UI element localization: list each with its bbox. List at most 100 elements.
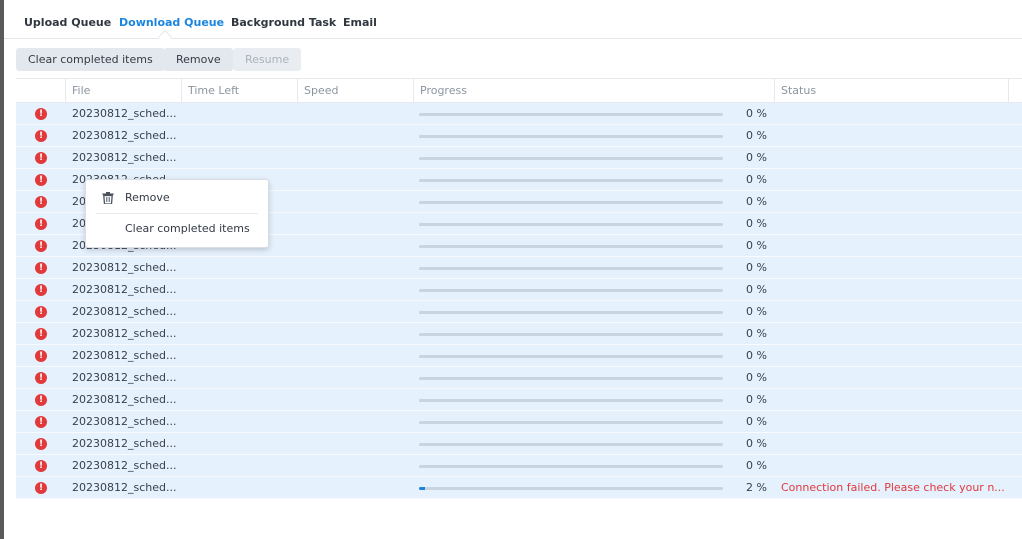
error-icon: ! [35,152,47,164]
table-row[interactable]: ! 20230812_sched... 0 % [16,455,1022,477]
error-icon: ! [35,262,47,274]
progress-bar [419,399,723,402]
active-tab-indicator [157,29,173,45]
progress-percent: 0 % [746,107,767,120]
progress-bar [419,267,723,270]
progress-percent: 0 % [746,173,767,186]
error-icon: ! [35,240,47,252]
progress-percent: 2 % [746,481,767,494]
file-name: 20230812_sched... [72,327,177,340]
error-icon: ! [35,350,47,362]
file-name: 20230812_sched... [72,415,177,428]
file-name: 20230812_sched... [72,371,177,384]
progress-percent: 0 % [746,261,767,274]
table-row[interactable]: ! 20230812_sched... 0 % [16,257,1022,279]
column-header-file[interactable]: File [66,79,182,102]
tab-upload-queue[interactable]: Upload Queue [24,16,111,29]
table-row[interactable]: ! 20230812_sched... 0 % [16,125,1022,147]
context-menu: Remove Clear completed items [85,179,269,248]
progress-bar [419,355,723,358]
file-name: 20230812_sched... [72,393,177,406]
progress-bar [419,421,723,424]
error-icon: ! [35,438,47,450]
progress-bar [419,157,723,160]
file-name: 20230812_sched... [72,261,177,274]
file-name: 20230812_sched... [72,107,177,120]
grid-body: ! 20230812_sched... 0 %! 20230812_sched... 0… [16,103,1022,499]
file-name: 20230812_sched... [72,305,177,318]
progress-percent: 0 % [746,415,767,428]
context-menu-clear-completed[interactable]: Clear completed items [86,216,268,242]
error-icon: ! [35,482,47,494]
table-row[interactable]: ! 20230812_sched... 0 % [16,345,1022,367]
error-icon: ! [35,196,47,208]
tab-background-task[interactable]: Background Task [231,16,336,29]
error-icon: ! [35,174,47,186]
progress-bar [419,289,723,292]
column-header-speed[interactable]: Speed [298,79,414,102]
error-icon: ! [35,108,47,120]
download-queue-grid: File Time Left Speed Progress Status ! 20… [16,78,1022,499]
file-name: 20230812_sched... [72,481,177,494]
tab-email[interactable]: Email [343,16,377,29]
progress-bar [419,443,723,446]
progress-bar [419,179,723,182]
progress-percent: 0 % [746,371,767,384]
transfer-queue-window: Upload Queue Download Queue Background T… [4,0,1022,539]
file-name: 20230812_sched... [72,437,177,450]
file-name: 20230812_sched... [72,459,177,472]
column-header-time-left[interactable]: Time Left [182,79,298,102]
progress-percent: 0 % [746,393,767,406]
column-header-status[interactable]: Status [775,79,1009,102]
column-header-icon [16,79,66,102]
progress-fill [419,487,426,490]
table-row[interactable]: ! 20230812_sched... 0 % [16,323,1022,345]
progress-bar [419,487,723,490]
progress-percent: 0 % [746,459,767,472]
context-menu-remove-label: Remove [125,191,170,204]
status-text: Connection failed. Please check your n..… [781,481,1005,494]
progress-bar [419,245,723,248]
clear-completed-button[interactable]: Clear completed items [16,48,165,71]
progress-bar [419,465,723,468]
progress-percent: 0 % [746,151,767,164]
progress-bar [419,113,723,116]
progress-percent: 0 % [746,349,767,362]
tab-download-queue[interactable]: Download Queue [119,16,224,29]
table-row[interactable]: ! 20230812_sched... 0 % [16,147,1022,169]
context-menu-remove[interactable]: Remove [86,185,268,211]
remove-button[interactable]: Remove [164,48,233,71]
progress-percent: 0 % [746,283,767,296]
progress-percent: 0 % [746,437,767,450]
context-menu-clear-label: Clear completed items [125,222,250,235]
file-name: 20230812_sched... [72,129,177,142]
table-row[interactable]: ! 20230812_sched... 0 % [16,301,1022,323]
error-icon: ! [35,306,47,318]
table-row[interactable]: ! 20230812_sched... 0 % [16,367,1022,389]
file-name: 20230812_sched... [72,151,177,164]
table-row[interactable]: ! 20230812_sched... 0 % [16,411,1022,433]
error-icon: ! [35,416,47,428]
error-icon: ! [35,284,47,296]
table-row[interactable]: ! 20230812_sched... 0 % [16,389,1022,411]
progress-percent: 0 % [746,217,767,230]
resume-button[interactable]: Resume [233,48,302,71]
table-row[interactable]: ! 20230812_sched... 0 % [16,279,1022,301]
error-icon: ! [35,394,47,406]
progress-percent: 0 % [746,129,767,142]
error-icon: ! [35,372,47,384]
error-icon: ! [35,328,47,340]
file-name: 20230812_sched... [72,349,177,362]
error-icon: ! [35,130,47,142]
progress-percent: 0 % [746,327,767,340]
table-row[interactable]: ! 20230812_sched... 0 % [16,433,1022,455]
progress-bar [419,135,723,138]
context-menu-divider [96,213,258,214]
progress-bar [419,333,723,336]
table-row[interactable]: ! 20230812_sched... 0 % [16,103,1022,125]
table-row[interactable]: ! 20230812_sched... 2 % Connection failed. … [16,477,1022,499]
progress-bar [419,377,723,380]
error-icon: ! [35,460,47,472]
column-header-progress[interactable]: Progress [414,79,775,102]
error-icon: ! [35,218,47,230]
